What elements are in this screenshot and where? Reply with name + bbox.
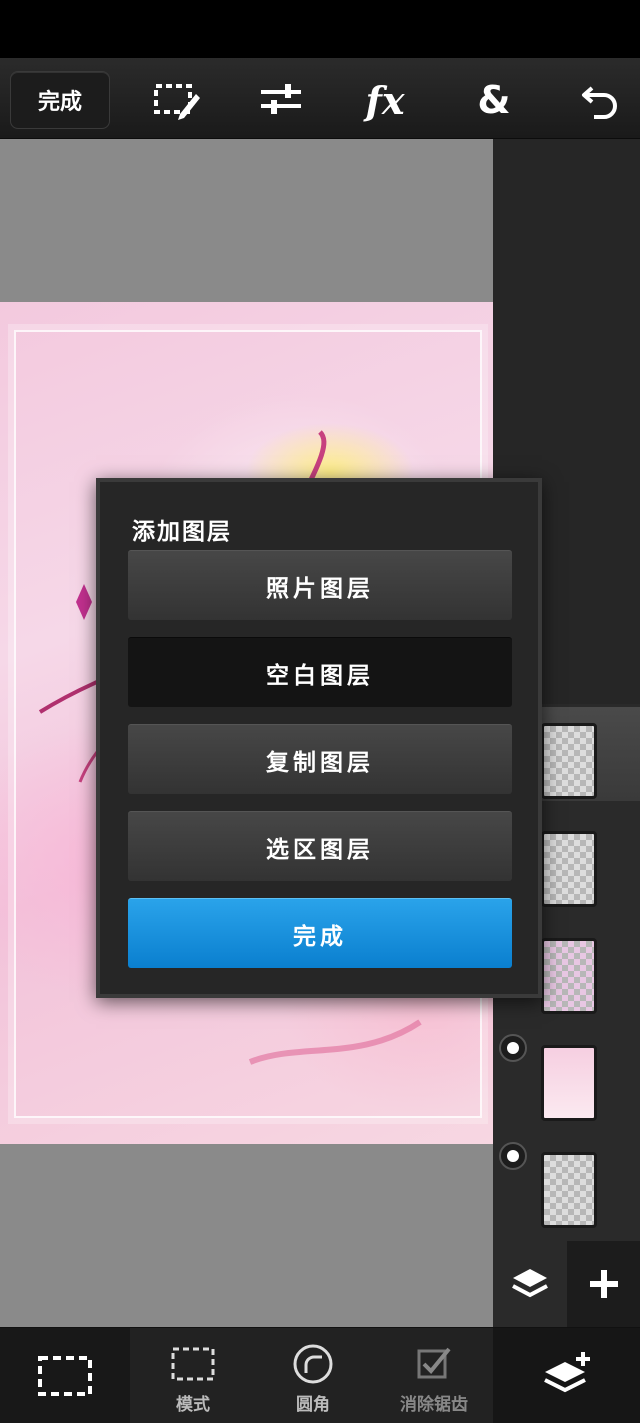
layer-visibility-dot-5[interactable] xyxy=(499,1142,527,1170)
top-toolbar: 完成 fx & xyxy=(0,58,640,139)
adjust-sliders-icon[interactable] xyxy=(253,72,309,128)
dialog-title: 添加图层 xyxy=(132,519,232,545)
layer-thumbnail-4[interactable] xyxy=(541,1045,597,1121)
layer-thumbnail-2[interactable] xyxy=(541,831,597,907)
layer-thumbnail-5[interactable] xyxy=(541,1152,597,1228)
dialog-done-button[interactable]: 完成 xyxy=(128,898,512,968)
round-corner-button[interactable]: 圆角 xyxy=(253,1328,373,1423)
ampersand-icon[interactable]: & xyxy=(466,72,522,128)
selection-mode-button[interactable]: 模式 xyxy=(133,1328,253,1423)
round-corner-label: 圆角 xyxy=(296,1395,330,1415)
antialias-check-icon xyxy=(416,1344,452,1384)
round-corner-icon xyxy=(292,1344,334,1384)
antialias-button[interactable]: 消除锯齿 xyxy=(374,1328,494,1423)
layer-thumbnail-3[interactable] xyxy=(541,938,597,1014)
duplicate-layer-button[interactable]: 复制图层 xyxy=(128,724,512,794)
add-layer-stack-icon[interactable] xyxy=(493,1328,640,1423)
layer-thumbnail-1[interactable] xyxy=(541,723,597,799)
undo-icon[interactable] xyxy=(572,72,628,128)
mode-label: 模式 xyxy=(176,1395,210,1415)
status-bar xyxy=(0,0,640,58)
selection-edit-icon[interactable] xyxy=(148,72,204,128)
antialias-label: 消除锯齿 xyxy=(400,1395,468,1415)
selection-mode-icon xyxy=(170,1344,216,1384)
add-layer-dialog: 添加图层 照片图层 空白图层 复制图层 选区图层 完成 xyxy=(96,478,542,998)
blank-layer-button[interactable]: 空白图层 xyxy=(128,637,512,707)
bottom-toolbar: 模式 圆角 消除锯齿 xyxy=(0,1327,640,1423)
rectangle-select-tool[interactable] xyxy=(0,1328,130,1423)
selection-layer-button[interactable]: 选区图层 xyxy=(128,811,512,881)
layer-visibility-dot-4[interactable] xyxy=(499,1034,527,1062)
add-layer-plus-icon[interactable] xyxy=(567,1241,640,1327)
done-button[interactable]: 完成 xyxy=(10,71,110,129)
layer-stack-icon[interactable] xyxy=(493,1241,567,1327)
rectangle-select-icon xyxy=(38,1355,92,1396)
fx-icon[interactable]: fx xyxy=(357,72,413,128)
photo-layer-button[interactable]: 照片图层 xyxy=(128,550,512,620)
